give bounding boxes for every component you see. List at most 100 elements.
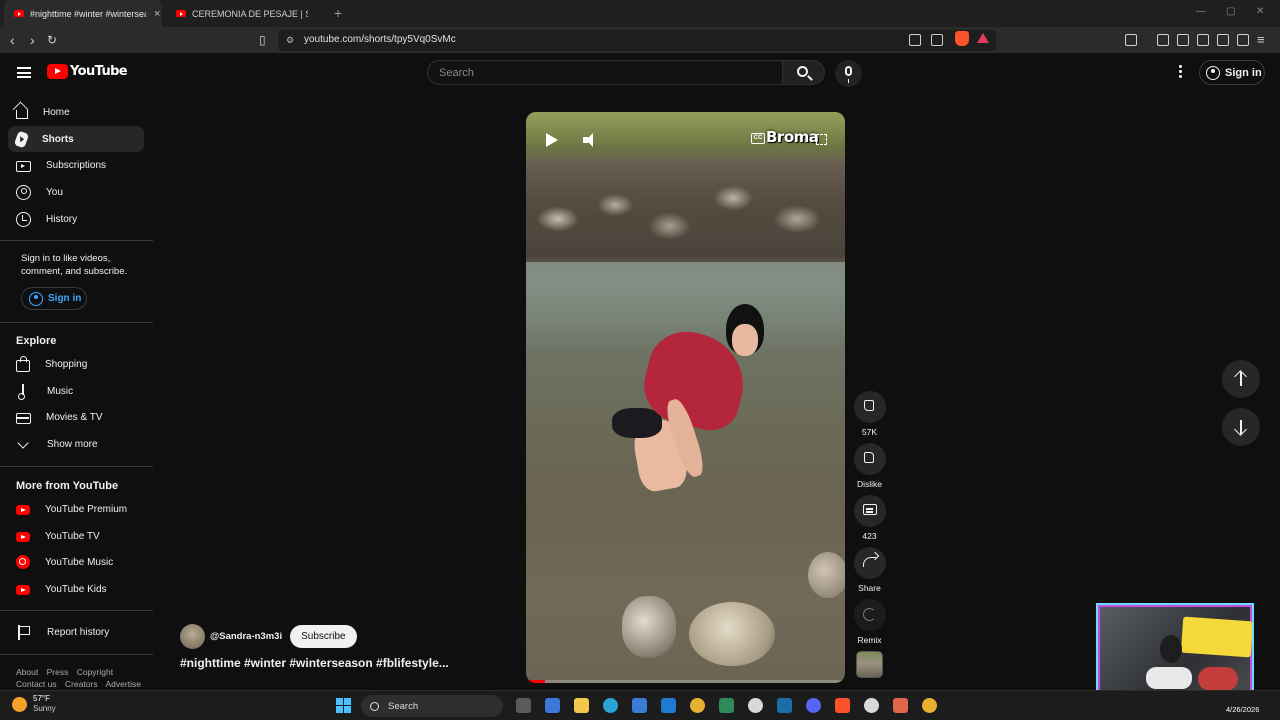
sidebar-item-youtube-kids[interactable]: YouTube Kids: [8, 576, 144, 602]
browser-menu-icon[interactable]: ≡: [1257, 32, 1265, 47]
url-field[interactable]: ⚙ youtube.com/shorts/tpy5Vq0SvMc: [278, 30, 996, 51]
weather-widget[interactable]: 57°F Sunny: [12, 694, 56, 714]
reload-icon[interactable]: ↻: [47, 33, 57, 47]
file-explorer-icon[interactable]: [574, 698, 589, 713]
reader-icon[interactable]: [1177, 34, 1189, 46]
sidebar-item-subscriptions[interactable]: Subscriptions: [8, 152, 144, 178]
taskbar-search[interactable]: Search: [361, 695, 503, 717]
music-app-icon[interactable]: [864, 698, 879, 713]
browser-tab[interactable]: CEREMONIA DE PESAJE | SUPERNOV: [166, 0, 326, 27]
sound-thumbnail[interactable]: [856, 651, 883, 678]
cast-icon[interactable]: [909, 34, 921, 46]
sidebar-item-history[interactable]: History: [8, 206, 144, 232]
taskbar-search-label: Search: [388, 700, 419, 712]
remix-button[interactable]: [853, 599, 886, 631]
wallet-icon[interactable]: [1197, 34, 1209, 46]
chrome-icon[interactable]: [922, 698, 937, 713]
short-title[interactable]: #nighttime #winter #winterseason #fblife…: [180, 656, 449, 670]
windows-start-icon[interactable]: [336, 698, 351, 713]
channel-avatar[interactable]: [180, 624, 205, 649]
copilot-icon[interactable]: [545, 698, 560, 713]
sidebar-item-label: Shorts: [42, 133, 74, 145]
footer-link-press[interactable]: Press: [47, 667, 69, 677]
discord-icon[interactable]: [806, 698, 821, 713]
temperature: 57°F: [33, 694, 50, 703]
obs-icon[interactable]: [748, 698, 763, 713]
vpn-icon[interactable]: [1237, 34, 1249, 46]
sidebar-item-label: Music: [47, 385, 74, 397]
shorts-video-player[interactable]: CC Broma: [526, 112, 845, 683]
sidebar-item-shopping[interactable]: Shopping: [8, 351, 144, 377]
sidebar-item-youtube-tv[interactable]: YouTube TV: [8, 523, 144, 549]
sign-in-button[interactable]: Sign in: [1199, 60, 1265, 85]
share-button[interactable]: [853, 547, 886, 579]
comments-button[interactable]: [853, 495, 886, 527]
app-icon[interactable]: [893, 698, 908, 713]
bookmark-icon[interactable]: ▯: [259, 33, 266, 47]
subscribe-button[interactable]: Subscribe: [290, 625, 357, 648]
sidebar-item-home[interactable]: Home: [8, 99, 144, 125]
forward-icon[interactable]: ›: [30, 32, 35, 48]
thumbs-down-icon: [863, 452, 874, 463]
chrome-icon[interactable]: [690, 698, 705, 713]
sidebar-item-youtube-music[interactable]: YouTube Music: [8, 549, 144, 575]
minimize-icon[interactable]: —: [1196, 6, 1206, 17]
sidebar-item-youtube-premium[interactable]: YouTube Premium: [8, 496, 144, 522]
footer-link-copyright[interactable]: Copyright: [77, 667, 113, 677]
play-icon[interactable]: [546, 133, 558, 147]
sidebar-item-shorts[interactable]: Shorts: [8, 126, 144, 152]
sidebar-toggle-icon[interactable]: [1125, 34, 1137, 46]
video-progress-bar[interactable]: [526, 680, 845, 683]
store-icon[interactable]: [632, 698, 647, 713]
brave-icon[interactable]: [835, 698, 850, 713]
browser-tab-active[interactable]: #nighttime #winter #winterseason ×: [4, 0, 162, 27]
sidebar-item-movies-tv[interactable]: Movies & TV: [8, 404, 144, 430]
footer-link-creators[interactable]: Creators: [65, 679, 98, 689]
media-icon[interactable]: [1157, 34, 1169, 46]
sidebar-item-show-more[interactable]: Show more: [8, 431, 144, 457]
dislike-action: Dislike: [852, 443, 887, 489]
back-icon[interactable]: ‹: [10, 32, 15, 48]
brave-shields-icon[interactable]: [955, 31, 969, 46]
settings-more-icon[interactable]: [1179, 65, 1182, 79]
sidebar-item-music[interactable]: Music: [8, 378, 144, 404]
maximize-icon[interactable]: ▢: [1226, 6, 1235, 17]
channel-name[interactable]: @Sandra-n3m3i: [210, 631, 282, 642]
search-button[interactable]: [783, 60, 825, 85]
task-view-icon[interactable]: [516, 698, 531, 713]
site-info-icon[interactable]: ⚙: [286, 35, 294, 46]
previous-short-button[interactable]: [1222, 360, 1260, 398]
captions-icon[interactable]: CC: [751, 133, 765, 144]
leo-ai-icon[interactable]: [1217, 34, 1229, 46]
menu-icon[interactable]: [17, 67, 31, 78]
footer-link-advertise[interactable]: Advertise: [106, 679, 141, 689]
search-icon: [370, 701, 379, 711]
share-label: Share: [858, 583, 881, 593]
search-input[interactable]: Search: [427, 60, 783, 85]
close-tab-icon[interactable]: ×: [154, 8, 160, 20]
new-tab-button[interactable]: +: [334, 5, 342, 21]
sidebar-item-you[interactable]: You: [8, 179, 144, 205]
sidebar-item-label: YouTube Music: [45, 556, 114, 568]
steam-icon[interactable]: [777, 698, 792, 713]
footer-link-contact[interactable]: Contact us: [16, 679, 57, 689]
youtube-logo[interactable]: YouTube: [47, 64, 128, 79]
brave-rewards-icon[interactable]: [977, 33, 989, 43]
sign-in-label: Sign in: [48, 293, 82, 304]
fullscreen-icon[interactable]: [816, 134, 827, 145]
dislike-button[interactable]: [853, 443, 886, 475]
next-short-button[interactable]: [1222, 408, 1260, 446]
outlook-icon[interactable]: [661, 698, 676, 713]
voice-search-button[interactable]: [835, 60, 862, 87]
windows-taskbar: 57°F Sunny Search 4/26/2026: [0, 690, 1280, 720]
volume-icon[interactable]: [583, 133, 599, 147]
sidebar-item-label: Home: [43, 106, 70, 118]
nvidia-icon[interactable]: [719, 698, 734, 713]
sidebar-item-report-history[interactable]: Report history: [8, 619, 144, 645]
close-window-icon[interactable]: ✕: [1256, 6, 1264, 17]
like-button[interactable]: [853, 391, 886, 423]
share-page-icon[interactable]: [931, 34, 943, 46]
sidebar-sign-in-button[interactable]: Sign in: [21, 287, 87, 310]
footer-link-about[interactable]: About: [16, 667, 38, 677]
edge-icon[interactable]: [603, 698, 618, 713]
